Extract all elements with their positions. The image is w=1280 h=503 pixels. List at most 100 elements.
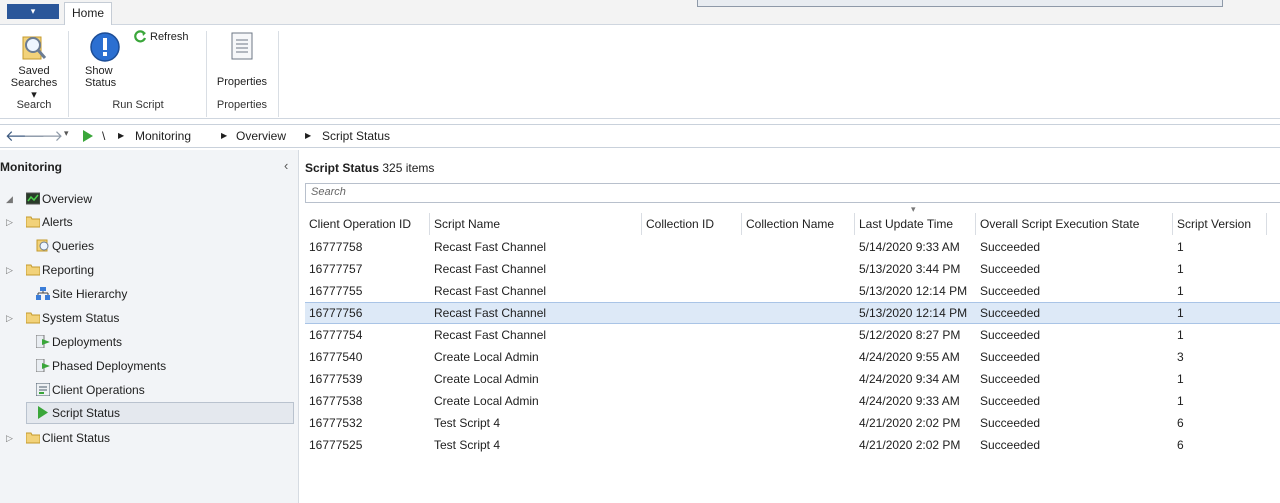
- table-cell: 4/24/2020 9:55 AM: [859, 350, 960, 364]
- tree-item-reporting[interactable]: ▷ Reporting: [6, 259, 286, 281]
- folder-icon: [26, 216, 40, 228]
- table-cell: Recast Fast Channel: [434, 240, 547, 254]
- collapsed-arrow-icon[interactable]: ▷: [6, 307, 13, 329]
- table-row[interactable]: 16777532 Test Script 4 4/21/2020 2:02 PM Su…: [305, 412, 1280, 434]
- breadcrumb-separator-icon: ▶: [221, 131, 228, 140]
- column-header-overall-script-execution-state[interactable]: Overall Script Execution State: [976, 213, 1173, 235]
- ribbon-tab-bar: ▾ Home: [0, 0, 1280, 25]
- folder-icon: [26, 264, 40, 276]
- table-row[interactable]: 16777755 Recast Fast Channel 5/13/2020 12:…: [305, 280, 1280, 302]
- tree-item-client-operations[interactable]: Client Operations: [6, 379, 286, 401]
- table-cell: Succeeded: [980, 240, 1041, 254]
- tree-item-label: Overview: [42, 192, 93, 206]
- table-cell: 4/21/2020 2:02 PM: [859, 416, 961, 430]
- list-title: Script Status: [305, 161, 380, 175]
- collapsed-arrow-icon[interactable]: ▷: [6, 259, 13, 281]
- tree-item-alerts[interactable]: ▷ Alerts: [6, 211, 286, 233]
- refresh-icon: [134, 30, 147, 43]
- table-cell: 5/13/2020 12:14 PM: [859, 284, 968, 298]
- table-cell: Create Local Admin: [434, 394, 539, 408]
- collapsed-arrow-icon[interactable]: ▷: [6, 211, 13, 233]
- table-cell: Recast Fast Channel: [434, 328, 547, 342]
- table-cell: 1: [1177, 306, 1184, 320]
- saved-searches-icon: [22, 36, 47, 60]
- ribbon: Saved Searches ▾ Show Status Refresh Pro…: [0, 25, 1280, 119]
- table-row[interactable]: 16777754 Recast Fast Channel 5/12/2020 8:2…: [305, 324, 1280, 346]
- tree-item-queries[interactable]: Queries: [6, 235, 286, 257]
- tree-item-label: Reporting: [42, 263, 95, 277]
- table-cell: Succeeded: [980, 350, 1041, 364]
- column-header-collection-id[interactable]: Collection ID: [642, 213, 742, 235]
- show-status-button[interactable]: Show Status: [80, 29, 130, 93]
- tree-item-script-status[interactable]: Script Status: [26, 402, 294, 424]
- table-row[interactable]: 16777758 Recast Fast Channel 5/14/2020 9:3…: [305, 236, 1280, 258]
- app-menu-button[interactable]: ▾: [7, 4, 59, 19]
- table-row[interactable]: 16777538 Create Local Admin 4/24/2020 9:33…: [305, 390, 1280, 412]
- saved-searches-button[interactable]: Saved Searches ▾: [2, 29, 66, 101]
- table-row[interactable]: 16777757 Recast Fast Channel 5/13/2020 3:4…: [305, 258, 1280, 280]
- show-status-label: Show Status: [85, 65, 117, 89]
- collapse-pane-button[interactable]: ‹: [284, 158, 288, 173]
- table-cell: 4/21/2020 2:02 PM: [859, 438, 961, 452]
- tab-home[interactable]: Home: [64, 2, 112, 25]
- tree-item-label: Queries: [52, 239, 95, 253]
- column-header-last-update-time[interactable]: Last Update Time: [855, 213, 976, 235]
- breadcrumb-root[interactable]: \: [102, 129, 105, 143]
- show-status-icon: [90, 32, 120, 62]
- column-header-script-name[interactable]: Script Name: [430, 213, 642, 235]
- client-operations-icon: [36, 383, 50, 396]
- collapsed-arrow-icon[interactable]: ▷: [6, 427, 13, 449]
- breadcrumb-script-status[interactable]: Script Status: [322, 129, 390, 143]
- group-label-run-script: Run Script: [112, 99, 164, 111]
- tree-item-overview[interactable]: ◢ Overview: [6, 188, 286, 210]
- tree-item-deployments[interactable]: Deployments: [6, 331, 286, 353]
- column-header-collection-name[interactable]: Collection Name: [742, 213, 855, 235]
- column-header-client-operation-id[interactable]: Client Operation ID: [305, 213, 430, 235]
- table-cell: 5/13/2020 12:14 PM: [859, 306, 968, 320]
- history-dropdown-icon[interactable]: ▾: [64, 128, 69, 139]
- table-cell: 16777540: [309, 350, 363, 364]
- group-separator: [278, 31, 279, 117]
- refresh-button[interactable]: Refresh: [134, 29, 204, 45]
- forward-arrow-icon[interactable]: 🡒: [23, 126, 63, 145]
- table-cell: 1: [1177, 394, 1184, 408]
- refresh-label: Refresh: [150, 31, 189, 43]
- breadcrumb-overview[interactable]: Overview: [236, 129, 286, 143]
- breadcrumb-separator-icon: ▶: [305, 131, 312, 140]
- table-row[interactable]: 16777540 Create Local Admin 4/24/2020 9:55…: [305, 346, 1280, 368]
- table-cell: Succeeded: [980, 306, 1041, 320]
- table-cell: 16777538: [309, 394, 363, 408]
- tree-item-label: Client Operations: [52, 383, 145, 397]
- search-input[interactable]: Search: [305, 183, 1280, 203]
- tree-item-system-status[interactable]: ▷ System Status: [6, 307, 286, 329]
- tree-item-label: Phased Deployments: [52, 359, 167, 373]
- table-row[interactable]: 16777539 Create Local Admin 4/24/2020 9:34…: [305, 368, 1280, 390]
- table-cell: 4/24/2020 9:34 AM: [859, 372, 960, 386]
- table-cell: 1: [1177, 284, 1184, 298]
- table-cell: Succeeded: [980, 394, 1041, 408]
- breadcrumb-monitoring[interactable]: Monitoring: [135, 129, 191, 143]
- deployments-icon: [36, 335, 50, 348]
- properties-button[interactable]: Properties: [210, 29, 274, 93]
- tree-item-client-status[interactable]: ▷ Client Status: [6, 427, 286, 449]
- column-header-row: Client Operation ID Script Name Collecti…: [305, 204, 1280, 235]
- table-cell: Succeeded: [980, 372, 1041, 386]
- table-row[interactable]: 16777525 Test Script 4 4/21/2020 2:02 PM Su…: [305, 434, 1280, 456]
- table-cell: 16777532: [309, 416, 363, 430]
- tree-item-phased-deployments[interactable]: Phased Deployments: [6, 355, 286, 377]
- expanded-arrow-icon[interactable]: ◢: [6, 188, 13, 210]
- navigation-pane: Monitoring ‹ ◢ Overview ▷ Alerts Queries…: [0, 150, 299, 503]
- search-placeholder: Search: [311, 186, 346, 198]
- group-separator: [206, 31, 207, 117]
- tree-item-label: System Status: [42, 311, 120, 325]
- table-cell: 6: [1177, 416, 1184, 430]
- table-cell: Succeeded: [980, 416, 1041, 430]
- table-cell: Succeeded: [980, 284, 1041, 298]
- table-row[interactable]: 16777756 Recast Fast Channel 5/13/2020 12:…: [305, 302, 1280, 324]
- tree-item-label: Deployments: [52, 335, 123, 349]
- table-cell: 16777755: [309, 284, 363, 298]
- table-cell: Succeeded: [980, 328, 1041, 342]
- tree-item-site-hierarchy[interactable]: Site Hierarchy: [6, 283, 286, 305]
- column-header-script-version[interactable]: Script Version: [1173, 213, 1267, 235]
- sort-descending-icon: ▾: [911, 204, 916, 214]
